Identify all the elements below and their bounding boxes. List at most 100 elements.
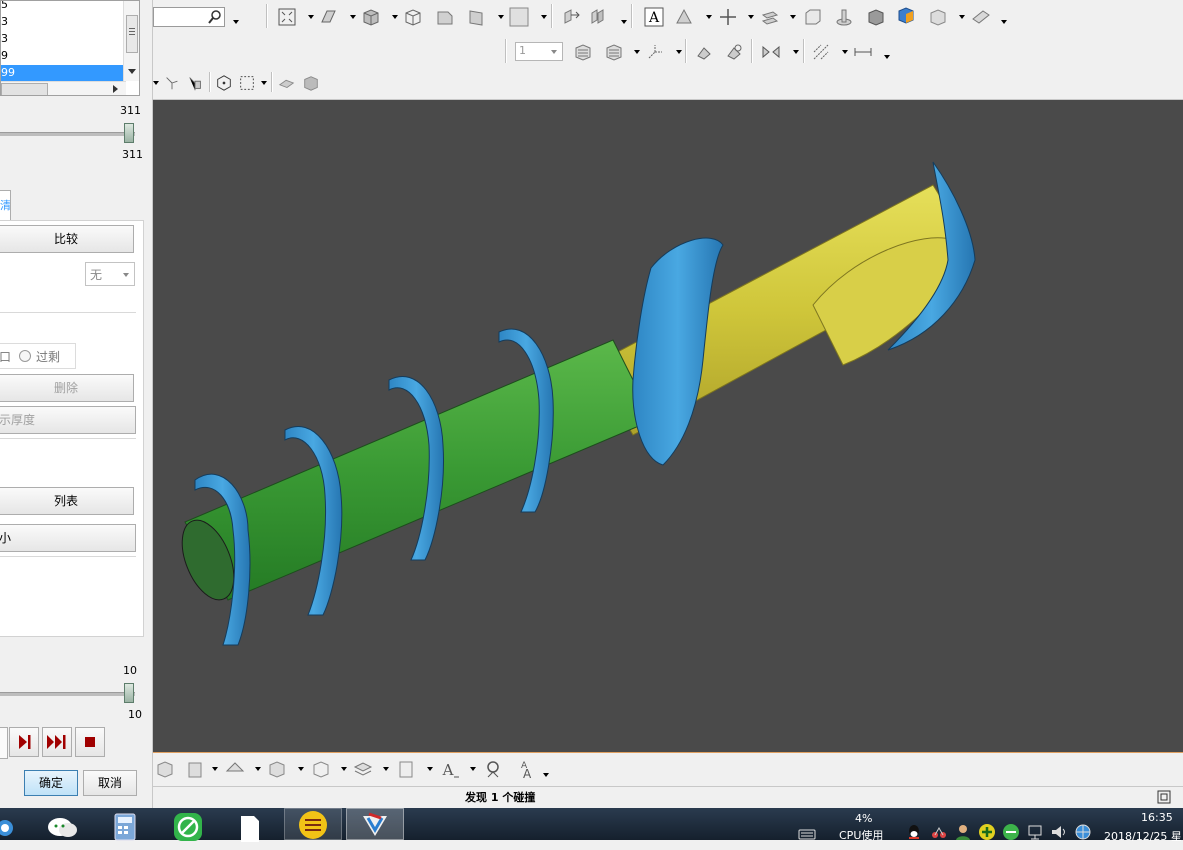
cylinder-icon[interactable]	[834, 7, 854, 27]
wcs-orient-icon[interactable]	[724, 42, 744, 62]
part-list[interactable]: 5 3 3 9 99	[0, 0, 140, 96]
slider-track[interactable]	[0, 692, 135, 696]
list-button[interactable]: 列表	[0, 487, 134, 515]
user-app-icon[interactable]	[954, 816, 972, 848]
chevron-down-icon[interactable]	[884, 55, 890, 59]
slider-thumb[interactable]	[124, 123, 134, 143]
grid-icon[interactable]	[811, 42, 831, 62]
stop-button[interactable]	[75, 727, 105, 757]
chevron-down-icon[interactable]	[298, 767, 304, 771]
search-icon[interactable]	[207, 9, 223, 25]
plus-app-icon[interactable]	[978, 816, 996, 848]
slider-track[interactable]	[0, 132, 135, 136]
show-thickness-button[interactable]: 示厚度	[0, 406, 136, 434]
chevron-down-icon[interactable]	[383, 767, 389, 771]
chevron-down-icon[interactable]	[790, 15, 796, 19]
solid-small-icon[interactable]	[302, 74, 320, 92]
play-step-button[interactable]	[9, 727, 39, 757]
list-item[interactable]: 5	[1, 1, 126, 13]
list-item[interactable]: 9	[1, 48, 126, 64]
chevron-down-icon[interactable]	[621, 20, 627, 24]
list-item[interactable]: 3	[1, 31, 126, 47]
qq-icon[interactable]	[905, 816, 923, 848]
chevron-down-icon[interactable]	[634, 50, 640, 54]
assembly-move-icon[interactable]	[589, 7, 609, 27]
highlight-body-icon[interactable]	[896, 5, 916, 25]
chevron-down-icon[interactable]	[706, 15, 712, 19]
shaded-cube-icon[interactable]	[361, 7, 381, 27]
text-scale-icon[interactable]: AA	[513, 759, 533, 779]
chevron-down-icon[interactable]	[350, 15, 356, 19]
chevron-down-icon[interactable]	[543, 773, 549, 777]
view-iso-icon[interactable]	[267, 759, 287, 779]
wechat-icon[interactable]	[46, 812, 80, 844]
sheet-icon[interactable]	[396, 759, 416, 779]
fit-window-icon[interactable]	[1157, 790, 1171, 804]
chevron-down-icon[interactable]	[153, 81, 159, 85]
chevron-down-icon[interactable]	[748, 15, 754, 19]
document-icon[interactable]	[238, 812, 262, 844]
section-view-icon[interactable]	[435, 7, 455, 27]
chevron-down-icon[interactable]	[255, 767, 261, 771]
scroll-thumb[interactable]	[1, 83, 48, 95]
chevron-down-icon[interactable]	[541, 15, 547, 19]
chevron-down-icon[interactable]	[392, 15, 398, 19]
taskbar-app-running[interactable]	[284, 808, 342, 840]
wireframe-cube-icon[interactable]	[403, 7, 423, 27]
scroll-thumb[interactable]	[126, 15, 138, 53]
radio-right-label[interactable]: 过剩	[36, 348, 60, 365]
move-part-icon[interactable]	[561, 7, 581, 27]
find-icon[interactable]	[483, 759, 503, 779]
tab-collision[interactable]: 清	[0, 190, 11, 221]
view-right-icon[interactable]	[311, 759, 331, 779]
list-item-selected[interactable]: 99	[1, 65, 126, 81]
drawing-view-icon[interactable]	[971, 7, 991, 27]
chevron-down-icon[interactable]	[212, 767, 218, 771]
scroll-right-icon[interactable]	[113, 85, 118, 93]
mode-dropdown[interactable]: 无	[85, 262, 135, 286]
snap-edge-icon[interactable]	[186, 74, 204, 92]
chevron-down-icon[interactable]	[793, 50, 799, 54]
graphics-viewport[interactable]	[153, 100, 1183, 752]
list-item[interactable]: 3	[1, 14, 126, 30]
slider-thumb[interactable]	[124, 683, 134, 703]
chevron-down-icon[interactable]	[308, 15, 314, 19]
chevron-down-icon[interactable]	[341, 767, 347, 771]
datum-plane-icon[interactable]	[760, 7, 780, 27]
chevron-down-icon[interactable]	[676, 50, 682, 54]
chevron-down-icon[interactable]	[470, 767, 476, 771]
radio-button[interactable]	[19, 350, 31, 362]
chevron-down-icon[interactable]	[1001, 20, 1007, 24]
chevron-down-icon[interactable]	[233, 20, 239, 24]
view-front-icon[interactable]	[185, 759, 205, 779]
eraser-icon[interactable]	[278, 74, 296, 92]
globe-icon[interactable]	[1074, 816, 1092, 848]
ok-button[interactable]: 确定	[24, 770, 78, 796]
green-status-icon[interactable]	[1002, 816, 1020, 848]
chevron-down-icon[interactable]	[427, 767, 433, 771]
cancel-button[interactable]: 取消	[83, 770, 137, 796]
view-cube-icon[interactable]	[155, 759, 175, 779]
screw-model[interactable]	[153, 100, 1183, 752]
coordinate-system-icon[interactable]	[645, 42, 665, 62]
delete-button[interactable]: 删除	[0, 374, 134, 402]
box-select-icon[interactable]	[238, 74, 256, 92]
layer-move-icon[interactable]	[604, 42, 624, 62]
start-icon[interactable]	[0, 812, 20, 844]
play-prev-button[interactable]	[0, 727, 8, 759]
network-icon[interactable]	[1026, 816, 1044, 848]
calculator-icon[interactable]	[113, 810, 137, 842]
solid-icon[interactable]	[866, 7, 886, 27]
snap-point-icon[interactable]	[163, 74, 181, 92]
hidden-body-icon[interactable]	[928, 7, 948, 27]
chevron-down-icon[interactable]	[261, 81, 267, 85]
zoom-fit-icon[interactable]	[277, 7, 297, 27]
wcs-icon[interactable]	[694, 42, 714, 62]
chevron-down-icon[interactable]	[959, 15, 965, 19]
app-green-icon[interactable]	[172, 810, 204, 842]
layers-icon[interactable]	[353, 759, 373, 779]
search-input[interactable]	[153, 7, 225, 27]
volume-icon[interactable]	[1050, 816, 1068, 848]
select-center-icon[interactable]	[215, 74, 233, 92]
view-plane-icon[interactable]	[319, 7, 339, 27]
